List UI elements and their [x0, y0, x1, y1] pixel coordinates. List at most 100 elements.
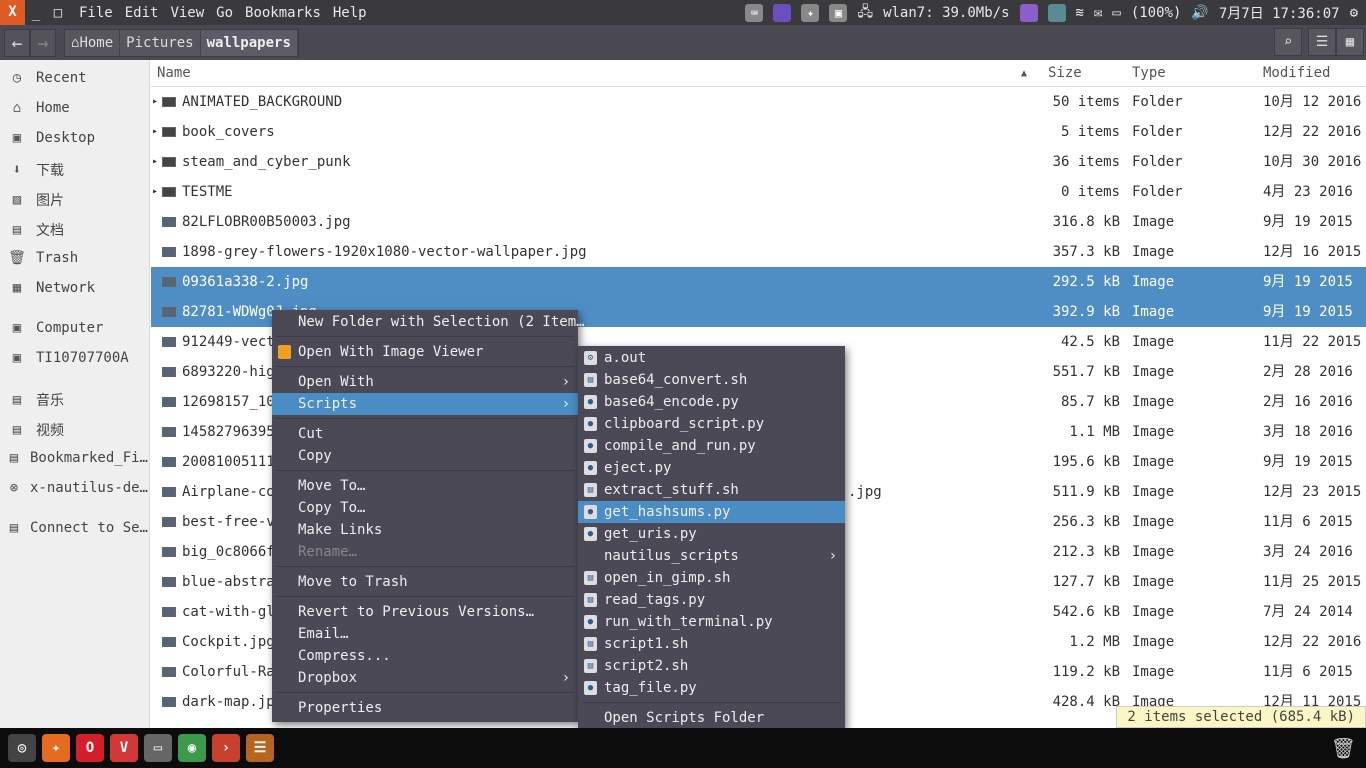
window-list-icon[interactable] — [1047, 3, 1066, 22]
menu-item-make-links[interactable]: Make Links — [272, 519, 578, 541]
window-icon[interactable]: ▣ — [829, 3, 848, 22]
gear-icon[interactable]: ⚙ — [1350, 5, 1358, 21]
sidebar-item-11[interactable]: ▤ 视频 — [8, 420, 148, 440]
menu-item-revert-to-previous-versions-[interactable]: Revert to Previous Versions… — [272, 601, 578, 623]
expander-icon[interactable]: ▸ — [152, 147, 158, 177]
menu-item-base64-encode-py[interactable]: base64_encode.py ● — [578, 391, 845, 413]
menu-item-move-to-[interactable]: Move To… — [272, 475, 578, 497]
dropbox-icon[interactable]: ✦ — [801, 3, 820, 22]
menu-item-eject-py[interactable]: eject.py ● — [578, 457, 845, 479]
sidebar-item-5[interactable]: ▤ 文档 — [8, 220, 148, 240]
breadcrumb-pictures[interactable]: Pictures — [120, 29, 201, 56]
menu-item-nautilus-scripts[interactable]: nautilus_scripts › — [578, 545, 845, 567]
sort-ascending-icon[interactable]: ▲ — [1021, 68, 1027, 79]
sidebar-item-8[interactable]: ▣ Computer — [8, 320, 148, 336]
sidebar-item-0[interactable]: ◷ Recent — [8, 70, 148, 86]
mail-icon[interactable]: ✉ — [1094, 5, 1102, 21]
menu-item-get-hashsums-py[interactable]: get_hashsums.py ● — [578, 501, 845, 523]
menu-item-copy-to-[interactable]: Copy To… — [272, 497, 578, 519]
sidebar-item-3[interactable]: ⬇ 下载 — [8, 160, 148, 180]
minimize-button[interactable]: _ — [25, 5, 47, 21]
table-row[interactable]: ▸ ANIMATED_BACKGROUND 50 items Folder 10月 12… — [151, 87, 1366, 117]
taskbar-ubuntu-icon[interactable]: ◎ — [8, 734, 36, 762]
sidebar-item-6[interactable]: 🗑 Trash — [8, 250, 148, 266]
taskbar-chrome-icon[interactable]: ◉ — [178, 734, 206, 762]
menu-item-cut[interactable]: Cut — [272, 423, 578, 445]
taskbar-terminal-app-icon[interactable]: › — [212, 734, 240, 762]
menu-item-compile-and-run-py[interactable]: compile_and_run.py ● — [578, 435, 845, 457]
sidebar-item-7[interactable]: ▦ Network — [8, 280, 148, 296]
sidebar-item-12[interactable]: ▤ Bookmarked_Fi… — [8, 450, 148, 466]
taskbar-vivaldi-icon[interactable]: V — [110, 734, 138, 762]
menu-file[interactable]: File — [79, 5, 113, 21]
maximize-button[interactable]: □ — [47, 5, 69, 21]
table-row[interactable]: 82LFLOBR00B50003.jpg 316.8 kB Image 9月 19 2… — [151, 207, 1366, 237]
menu-go[interactable]: Go — [216, 5, 233, 21]
app-indicator-icon[interactable] — [773, 3, 792, 22]
column-modified[interactable]: Modified — [1263, 65, 1330, 81]
menu-item-script1-sh[interactable]: script1.sh ▤ — [578, 633, 845, 655]
taskbar-terminal-icon[interactable]: ▭ — [144, 734, 172, 762]
sidebar-item-2[interactable]: ▣ Desktop — [8, 130, 148, 146]
sidebar-item-13[interactable]: ⊗ x-nautilus-de… — [8, 480, 148, 496]
column-name[interactable]: Name — [157, 65, 191, 81]
menu-item-get-uris-py[interactable]: get_uris.py ● — [578, 523, 845, 545]
menu-item-open-with-image-viewer[interactable]: Open With Image Viewer — [272, 341, 578, 363]
sidebar-item-4[interactable]: ▨ 图片 — [8, 190, 148, 210]
menu-item-scripts[interactable]: Scripts › — [272, 393, 578, 415]
menu-item-compress-[interactable]: Compress... — [272, 645, 578, 667]
search-button[interactable]: ⌕ — [1274, 28, 1302, 56]
table-row[interactable]: 1898-grey-flowers-1920x1080-vector-wallp… — [151, 237, 1366, 267]
clock[interactable]: 7月7日 17:36:07 — [1219, 3, 1340, 23]
network-icon[interactable]: 🖧 — [857, 1, 873, 25]
menu-bookmarks[interactable]: Bookmarks — [245, 5, 321, 21]
menu-edit[interactable]: Edit — [125, 5, 159, 21]
sidebar-item-9[interactable]: ▣ TI10707700A — [8, 350, 148, 366]
table-row[interactable]: ▸ book_covers 5 items Folder 12月 22 2016 — [151, 117, 1366, 147]
close-button[interactable]: X — [0, 0, 25, 25]
menu-item-base64-convert-sh[interactable]: base64_convert.sh ▤ — [578, 369, 845, 391]
trash-icon[interactable]: 🗑 — [1331, 736, 1356, 760]
taskbar-firefox-icon[interactable]: ✦ — [42, 734, 70, 762]
screenshot-icon[interactable] — [1019, 3, 1038, 22]
expander-icon[interactable]: ▸ — [152, 87, 158, 117]
keyboard-icon[interactable]: ⌨ — [745, 3, 764, 22]
menu-help[interactable]: Help — [333, 5, 367, 21]
menu-item-move-to-trash[interactable]: Move to Trash — [272, 571, 578, 593]
breadcrumb-wallpapers[interactable]: wallpapers — [200, 29, 298, 56]
back-button[interactable]: ← — [4, 28, 30, 57]
menu-item-tag-file-py[interactable]: tag_file.py ● — [578, 677, 845, 699]
menu-item-copy[interactable]: Copy — [272, 445, 578, 467]
table-row[interactable]: 09361a338-2.jpg 292.5 kB Image 9月 19 2015 — [151, 267, 1366, 297]
menu-item-script2-sh[interactable]: script2.sh ▤ — [578, 655, 845, 677]
volume-icon[interactable]: 🔊 — [1191, 5, 1208, 21]
menu-item-read-tags-py[interactable]: read_tags.py ▤ — [578, 589, 845, 611]
menu-item-run-with-terminal-py[interactable]: run_with_terminal.py ● — [578, 611, 845, 633]
list-view-button[interactable]: ☰ — [1308, 28, 1336, 56]
menu-view[interactable]: View — [170, 5, 204, 21]
expander-icon[interactable]: ▸ — [152, 177, 158, 207]
taskbar-files-icon[interactable]: ☰ — [246, 734, 274, 762]
grid-view-button[interactable]: ▦ — [1336, 28, 1364, 56]
menu-item-open-in-gimp-sh[interactable]: open_in_gimp.sh ▤ — [578, 567, 845, 589]
menu-item-open-with[interactable]: Open With › — [272, 371, 578, 393]
column-size[interactable]: Size — [1048, 65, 1082, 81]
menu-item-dropbox[interactable]: Dropbox › — [272, 667, 578, 689]
sidebar-item-1[interactable]: ⌂ Home — [8, 100, 148, 116]
menu-item-extract-stuff-sh[interactable]: extract_stuff.sh ▤ — [578, 479, 845, 501]
wifi-icon[interactable]: ≋ — [1076, 5, 1084, 21]
menu-item-open-scripts-folder[interactable]: Open Scripts Folder — [578, 707, 845, 729]
column-type[interactable]: Type — [1132, 65, 1166, 81]
menu-item-new-folder-with-selection-2-item-[interactable]: New Folder with Selection (2 Item… — [272, 311, 585, 333]
table-row[interactable]: ▸ steam_and_cyber_punk 36 items Folder 10月 3… — [151, 147, 1366, 177]
battery-icon[interactable]: ▭ — [1112, 5, 1120, 21]
sidebar-item-10[interactable]: ▤ 音乐 — [8, 390, 148, 410]
forward-button[interactable]: → — [30, 28, 56, 57]
sidebar-item-14[interactable]: ▤ Connect to Se… — [8, 520, 148, 536]
menu-item-clipboard-script-py[interactable]: clipboard_script.py ● — [578, 413, 845, 435]
menu-item-a-out[interactable]: a.out ⚙ — [578, 347, 845, 369]
taskbar-opera-icon[interactable]: O — [76, 734, 104, 762]
menu-item-email-[interactable]: Email… — [272, 623, 578, 645]
menu-item-properties[interactable]: Properties — [272, 697, 578, 719]
expander-icon[interactable]: ▸ — [152, 117, 158, 147]
